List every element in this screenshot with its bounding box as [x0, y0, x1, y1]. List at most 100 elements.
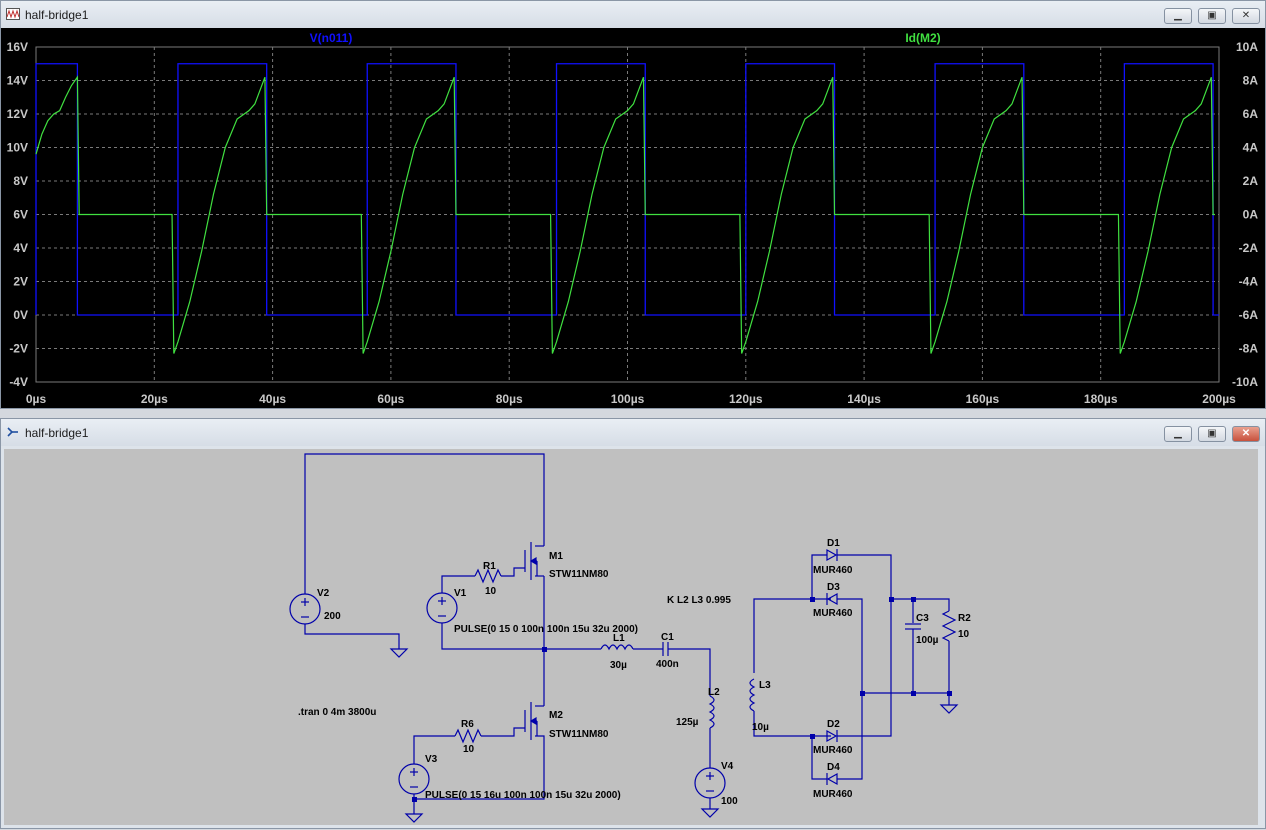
schematic-app-icon: [7, 427, 18, 437]
coupling-directive[interactable]: K L2 L3 0.995: [667, 595, 731, 606]
value-r1[interactable]: 10: [485, 586, 497, 597]
value-r6[interactable]: 10: [463, 744, 475, 755]
model-m1[interactable]: STW11NM80: [549, 569, 609, 580]
value-v2[interactable]: 200: [324, 611, 341, 622]
r6-resistor[interactable]: [454, 728, 482, 744]
r2-resistor[interactable]: [941, 610, 957, 642]
x-tick-label: 160µs: [966, 392, 1000, 406]
waveform-window: half-bridge1 ▁ ▣ ✕ 0µs 20µs 40µs 60µs 80µs 10…: [0, 0, 1266, 409]
d3-diode[interactable]: [826, 592, 838, 606]
tran-directive[interactable]: .tran 0 4m 3800u: [298, 707, 376, 718]
label-r6[interactable]: R6: [461, 719, 474, 730]
label-l2[interactable]: L2: [708, 687, 720, 698]
model-d4[interactable]: MUR460: [813, 789, 853, 800]
value-v4[interactable]: 100: [721, 796, 738, 807]
value-l3[interactable]: 10µ: [752, 722, 769, 733]
value-l1[interactable]: 30µ: [610, 660, 627, 671]
label-c3[interactable]: C3: [916, 613, 929, 624]
v1-source[interactable]: [426, 592, 458, 624]
x-tick-label: 0µs: [26, 392, 47, 406]
x-tick-label: 100µs: [611, 392, 645, 406]
x-tick-label: 140µs: [847, 392, 881, 406]
value-v3[interactable]: PULSE(0 15 16u 100n 100n 15u 32u 2000): [425, 790, 621, 801]
schematic-canvas[interactable]: V2 200 V1 PULSE(0 15 0 100n 100n 15u 32u…: [4, 449, 1258, 825]
y-left-tick-label: 10V: [7, 141, 28, 155]
value-c3[interactable]: 100µ: [916, 635, 939, 646]
waveform-maximize-button[interactable]: ▣: [1198, 8, 1226, 24]
model-d2[interactable]: MUR460: [813, 745, 853, 756]
label-d1[interactable]: D1: [827, 538, 840, 549]
value-l2[interactable]: 125µ: [676, 717, 699, 728]
schematic-drawing[interactable]: V2 200 V1 PULSE(0 15 0 100n 100n 15u 32u…: [4, 449, 1258, 825]
y-left-tick-label: 12V: [7, 107, 28, 121]
label-l1[interactable]: L1: [613, 633, 625, 644]
l2-inductor[interactable]: [708, 695, 715, 729]
schematic-maximize-button[interactable]: ▣: [1198, 426, 1226, 442]
label-m2[interactable]: M2: [549, 710, 563, 721]
label-v2[interactable]: V2: [317, 588, 330, 599]
value-c1[interactable]: 400n: [656, 659, 679, 670]
y-left-tick-label: 4V: [13, 241, 28, 255]
schematic-titlebar[interactable]: half-bridge1 ▁ ▣ ✕: [1, 419, 1265, 446]
label-v4[interactable]: V4: [721, 761, 734, 772]
value-r2[interactable]: 10: [958, 629, 970, 640]
model-d3[interactable]: MUR460: [813, 608, 853, 619]
tick-label-layer: 0µs 20µs 40µs 60µs 80µs 100µs 120µs 140µs 160µs 1…: [7, 40, 1259, 406]
waveform-window-title: half-bridge1: [25, 8, 89, 22]
component-labels: V2 200 V1 PULSE(0 15 0 100n 100n 15u 32u…: [298, 538, 971, 807]
waveform-close-button[interactable]: ✕: [1232, 8, 1260, 24]
d4-diode[interactable]: [826, 772, 838, 786]
label-d2[interactable]: D2: [827, 719, 840, 730]
y-right-tick-label: 4A: [1243, 141, 1259, 155]
y-right-tick-label: -8A: [1239, 342, 1259, 356]
wire-v2-top[interactable]: [304, 453, 545, 594]
waveform-plot-area[interactable]: 0µs 20µs 40µs 60µs 80µs 100µs 120µs 140µs 160µs 1…: [1, 28, 1265, 408]
label-v1[interactable]: V1: [454, 588, 467, 599]
label-r2[interactable]: R2: [958, 613, 971, 624]
schematic-minimize-button[interactable]: ▁: [1164, 426, 1192, 442]
label-l3[interactable]: L3: [759, 680, 771, 691]
label-d3[interactable]: D3: [827, 582, 840, 593]
y-right-tick-label: 10A: [1236, 40, 1258, 54]
schematic-window-title: half-bridge1: [25, 426, 89, 440]
waveform-titlebar[interactable]: half-bridge1 ▁ ▣ ✕: [1, 1, 1265, 28]
x-tick-label: 180µs: [1084, 392, 1118, 406]
y-right-tick-label: 2A: [1243, 174, 1259, 188]
ground-icon: [389, 648, 409, 658]
y-left-tick-label: 14V: [7, 74, 28, 88]
waveform-app-icon: [6, 8, 20, 20]
y-right-tick-label: -10A: [1232, 375, 1258, 389]
label-m1[interactable]: M1: [549, 551, 563, 562]
y-left-tick-label: 16V: [7, 40, 28, 54]
label-c1[interactable]: C1: [661, 632, 674, 643]
label-v3[interactable]: V3: [425, 754, 438, 765]
ground-icon: [404, 813, 424, 823]
d1-diode[interactable]: [826, 548, 838, 562]
model-d1[interactable]: MUR460: [813, 565, 853, 576]
y-right-tick-label: -2A: [1239, 241, 1259, 255]
waveform-minimize-button[interactable]: ▁: [1164, 8, 1192, 24]
l1-inductor[interactable]: [600, 644, 634, 651]
schematic-close-button[interactable]: ✕: [1232, 426, 1260, 442]
ground-icon: [939, 704, 959, 714]
schematic-window: half-bridge1 ▁ ▣ ✕ V2 200 V1 PULSE(0 15 …: [0, 418, 1266, 829]
diodes: [529, 548, 838, 786]
l3-inductor[interactable]: [749, 678, 756, 712]
x-tick-label: 40µs: [259, 392, 286, 406]
ground-icon: [700, 808, 720, 818]
model-m2[interactable]: STW11NM80: [549, 729, 609, 740]
x-tick-label: 20µs: [141, 392, 168, 406]
y-left-tick-label: 6V: [13, 208, 28, 222]
x-tick-label: 200µs: [1202, 392, 1236, 406]
wire-v2-ground[interactable]: [304, 624, 400, 649]
label-r1[interactable]: R1: [483, 561, 496, 572]
value-v1[interactable]: PULSE(0 15 0 100n 100n 15u 32u 2000): [454, 624, 638, 635]
trace-label-idm2[interactable]: Id(M2): [905, 31, 940, 45]
v4-source[interactable]: [694, 767, 726, 799]
y-right-tick-label: -4A: [1239, 275, 1259, 289]
v2-source[interactable]: [289, 593, 321, 625]
label-d4[interactable]: D4: [827, 762, 840, 773]
waveform-plot[interactable]: 0µs 20µs 40µs 60µs 80µs 100µs 120µs 140µs 160µs 1…: [1, 28, 1265, 408]
y-left-tick-label: -4V: [9, 375, 28, 389]
trace-label-vn011[interactable]: V(n011): [310, 31, 353, 45]
